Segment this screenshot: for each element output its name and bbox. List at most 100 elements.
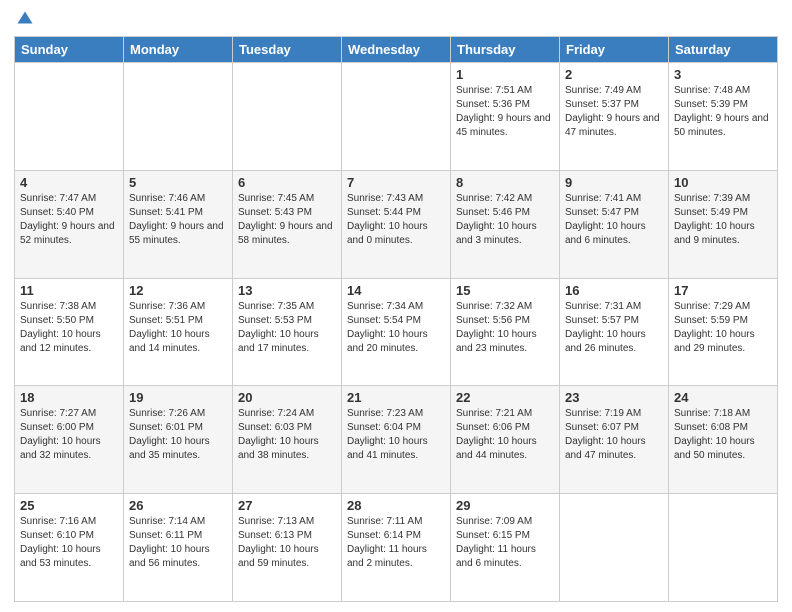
- day-of-week-header: Saturday: [669, 37, 778, 63]
- day-number: 24: [674, 390, 772, 405]
- calendar-cell: 25 Sunrise: 7:16 AM Sunset: 6:10 PM Dayli…: [15, 494, 124, 602]
- calendar-cell: 14 Sunrise: 7:34 AM Sunset: 5:54 PM Dayli…: [342, 278, 451, 386]
- day-info: Sunrise: 7:27 AM Sunset: 6:00 PM Dayligh…: [20, 407, 118, 463]
- day-number: 7: [347, 175, 445, 190]
- calendar-cell: 20 Sunrise: 7:24 AM Sunset: 6:03 PM Dayli…: [233, 386, 342, 494]
- calendar-week-row: 4 Sunrise: 7:47 AM Sunset: 5:40 PM Daylig…: [15, 170, 778, 278]
- day-number: 4: [20, 175, 118, 190]
- day-info: Sunrise: 7:39 AM Sunset: 5:49 PM Dayligh…: [674, 192, 772, 248]
- day-info: Sunrise: 7:34 AM Sunset: 5:54 PM Dayligh…: [347, 300, 445, 356]
- calendar-week-row: 25 Sunrise: 7:16 AM Sunset: 6:10 PM Dayli…: [15, 494, 778, 602]
- calendar-cell: [15, 63, 124, 171]
- calendar-table: SundayMondayTuesdayWednesdayThursdayFrid…: [14, 36, 778, 602]
- calendar-cell: 15 Sunrise: 7:32 AM Sunset: 5:56 PM Dayli…: [451, 278, 560, 386]
- calendar-cell: 5 Sunrise: 7:46 AM Sunset: 5:41 PM Daylig…: [124, 170, 233, 278]
- day-info: Sunrise: 7:32 AM Sunset: 5:56 PM Dayligh…: [456, 300, 554, 356]
- day-info: Sunrise: 7:42 AM Sunset: 5:46 PM Dayligh…: [456, 192, 554, 248]
- day-info: Sunrise: 7:23 AM Sunset: 6:04 PM Dayligh…: [347, 407, 445, 463]
- calendar-cell: 16 Sunrise: 7:31 AM Sunset: 5:57 PM Dayli…: [560, 278, 669, 386]
- calendar-cell: 9 Sunrise: 7:41 AM Sunset: 5:47 PM Daylig…: [560, 170, 669, 278]
- day-number: 13: [238, 283, 336, 298]
- day-number: 26: [129, 498, 227, 513]
- day-info: Sunrise: 7:09 AM Sunset: 6:15 PM Dayligh…: [456, 515, 554, 571]
- day-info: Sunrise: 7:21 AM Sunset: 6:06 PM Dayligh…: [456, 407, 554, 463]
- calendar-cell: 13 Sunrise: 7:35 AM Sunset: 5:53 PM Dayli…: [233, 278, 342, 386]
- day-number: 8: [456, 175, 554, 190]
- calendar-cell: 17 Sunrise: 7:29 AM Sunset: 5:59 PM Dayli…: [669, 278, 778, 386]
- calendar-week-row: 1 Sunrise: 7:51 AM Sunset: 5:36 PM Daylig…: [15, 63, 778, 171]
- day-info: Sunrise: 7:48 AM Sunset: 5:39 PM Dayligh…: [674, 84, 772, 140]
- calendar-cell: 2Sunrise: 7:49 AM Sunset: 5:37 PM Daylig…: [560, 63, 669, 171]
- calendar-cell: 18 Sunrise: 7:27 AM Sunset: 6:00 PM Dayli…: [15, 386, 124, 494]
- day-of-week-header: Wednesday: [342, 37, 451, 63]
- day-number: 22: [456, 390, 554, 405]
- calendar-cell: 26 Sunrise: 7:14 AM Sunset: 6:11 PM Dayli…: [124, 494, 233, 602]
- day-of-week-header: Tuesday: [233, 37, 342, 63]
- day-of-week-header: Monday: [124, 37, 233, 63]
- day-number: 25: [20, 498, 118, 513]
- day-number: 15: [456, 283, 554, 298]
- calendar-cell: 27Sunrise: 7:13 AM Sunset: 6:13 PM Dayli…: [233, 494, 342, 602]
- calendar-cell: 19 Sunrise: 7:26 AM Sunset: 6:01 PM Dayli…: [124, 386, 233, 494]
- day-number: 18: [20, 390, 118, 405]
- day-info: Sunrise: 7:47 AM Sunset: 5:40 PM Dayligh…: [20, 192, 118, 248]
- day-info: Sunrise: 7:11 AM Sunset: 6:14 PM Dayligh…: [347, 515, 445, 571]
- day-number: 28: [347, 498, 445, 513]
- day-number: 19: [129, 390, 227, 405]
- day-info: Sunrise: 7:41 AM Sunset: 5:47 PM Dayligh…: [565, 192, 663, 248]
- day-number: 12: [129, 283, 227, 298]
- day-info: Sunrise: 7:45 AM Sunset: 5:43 PM Dayligh…: [238, 192, 336, 248]
- day-info: Sunrise: 7:26 AM Sunset: 6:01 PM Dayligh…: [129, 407, 227, 463]
- logo: [14, 10, 34, 28]
- calendar-cell: [233, 63, 342, 171]
- day-of-week-header: Friday: [560, 37, 669, 63]
- calendar-cell: [342, 63, 451, 171]
- calendar-cell: 7 Sunrise: 7:43 AM Sunset: 5:44 PM Daylig…: [342, 170, 451, 278]
- calendar-cell: 21 Sunrise: 7:23 AM Sunset: 6:04 PM Dayli…: [342, 386, 451, 494]
- day-info: Sunrise: 7:36 AM Sunset: 5:51 PM Dayligh…: [129, 300, 227, 356]
- day-info: Sunrise: 7:51 AM Sunset: 5:36 PM Dayligh…: [456, 84, 554, 140]
- calendar-cell: 4 Sunrise: 7:47 AM Sunset: 5:40 PM Daylig…: [15, 170, 124, 278]
- calendar-cell: 3 Sunrise: 7:48 AM Sunset: 5:39 PM Daylig…: [669, 63, 778, 171]
- calendar-week-row: 11Sunrise: 7:38 AM Sunset: 5:50 PM Dayli…: [15, 278, 778, 386]
- calendar-cell: 12 Sunrise: 7:36 AM Sunset: 5:51 PM Dayli…: [124, 278, 233, 386]
- day-info: Sunrise: 7:29 AM Sunset: 5:59 PM Dayligh…: [674, 300, 772, 356]
- day-number: 27: [238, 498, 336, 513]
- day-number: 9: [565, 175, 663, 190]
- calendar-cell: 1 Sunrise: 7:51 AM Sunset: 5:36 PM Daylig…: [451, 63, 560, 171]
- day-number: 21: [347, 390, 445, 405]
- calendar-cell: 10Sunrise: 7:39 AM Sunset: 5:49 PM Dayli…: [669, 170, 778, 278]
- calendar-cell: 23 Sunrise: 7:19 AM Sunset: 6:07 PM Dayli…: [560, 386, 669, 494]
- day-number: 17: [674, 283, 772, 298]
- day-number: 23: [565, 390, 663, 405]
- day-info: Sunrise: 7:14 AM Sunset: 6:11 PM Dayligh…: [129, 515, 227, 571]
- calendar-cell: [669, 494, 778, 602]
- day-number: 1: [456, 67, 554, 82]
- day-info: Sunrise: 7:18 AM Sunset: 6:08 PM Dayligh…: [674, 407, 772, 463]
- day-info: Sunrise: 7:24 AM Sunset: 6:03 PM Dayligh…: [238, 407, 336, 463]
- day-number: 14: [347, 283, 445, 298]
- day-info: Sunrise: 7:43 AM Sunset: 5:44 PM Dayligh…: [347, 192, 445, 248]
- day-of-week-header: Thursday: [451, 37, 560, 63]
- day-info: Sunrise: 7:35 AM Sunset: 5:53 PM Dayligh…: [238, 300, 336, 356]
- calendar-cell: 24 Sunrise: 7:18 AM Sunset: 6:08 PM Dayli…: [669, 386, 778, 494]
- page-header: [14, 10, 778, 28]
- calendar-week-row: 18 Sunrise: 7:27 AM Sunset: 6:00 PM Dayli…: [15, 386, 778, 494]
- day-of-week-header: Sunday: [15, 37, 124, 63]
- day-number: 6: [238, 175, 336, 190]
- calendar-cell: 28 Sunrise: 7:11 AM Sunset: 6:14 PM Dayli…: [342, 494, 451, 602]
- day-number: 5: [129, 175, 227, 190]
- day-info: Sunrise: 7:46 AM Sunset: 5:41 PM Dayligh…: [129, 192, 227, 248]
- calendar-cell: 8 Sunrise: 7:42 AM Sunset: 5:46 PM Daylig…: [451, 170, 560, 278]
- day-number: 20: [238, 390, 336, 405]
- day-number: 11: [20, 283, 118, 298]
- day-info: Sunrise: 7:16 AM Sunset: 6:10 PM Dayligh…: [20, 515, 118, 571]
- day-info: Sunrise: 7:31 AM Sunset: 5:57 PM Dayligh…: [565, 300, 663, 356]
- calendar-cell: 6 Sunrise: 7:45 AM Sunset: 5:43 PM Daylig…: [233, 170, 342, 278]
- calendar-header-row: SundayMondayTuesdayWednesdayThursdayFrid…: [15, 37, 778, 63]
- day-info: Sunrise: 7:19 AM Sunset: 6:07 PM Dayligh…: [565, 407, 663, 463]
- day-info: Sunrise: 7:49 AM Sunset: 5:37 PM Dayligh…: [565, 84, 663, 140]
- day-number: 16: [565, 283, 663, 298]
- day-number: 3: [674, 67, 772, 82]
- calendar-cell: 29Sunrise: 7:09 AM Sunset: 6:15 PM Dayli…: [451, 494, 560, 602]
